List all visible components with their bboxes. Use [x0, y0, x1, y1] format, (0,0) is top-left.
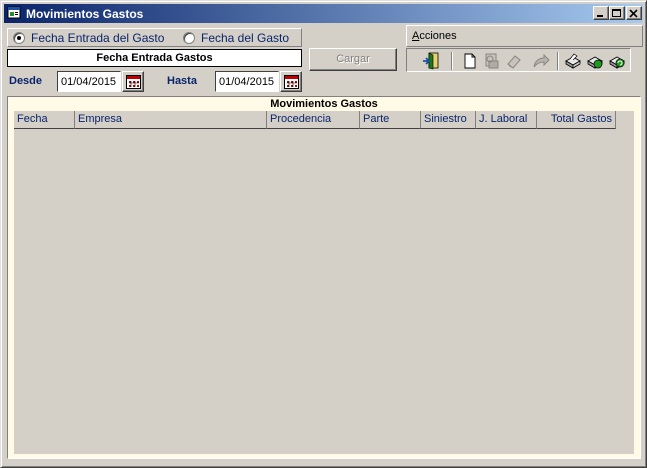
- date-range-header: Fecha Entrada Gastos: [7, 49, 302, 67]
- from-date-input[interactable]: 01/04/2015: [57, 71, 121, 92]
- column-header-j-laboral[interactable]: J. Laboral: [476, 111, 537, 129]
- refresh-icon: [609, 56, 625, 69]
- print-button[interactable]: [563, 51, 583, 71]
- refresh-button[interactable]: [607, 51, 627, 71]
- maximize-icon: [612, 9, 621, 17]
- column-header-total-gastos[interactable]: Total Gastos: [537, 111, 616, 129]
- movements-grid: Movimientos Gastos Fecha Empresa Procede…: [7, 96, 641, 459]
- eraser-icon: [507, 55, 521, 69]
- radio-fecha-gasto[interactable]: Fecha del Gasto: [183, 31, 289, 45]
- actions-menu-label: Acciones: [412, 30, 457, 42]
- title-bar[interactable]: Movimientos Gastos: [4, 4, 643, 23]
- print-preview-icon: [485, 53, 499, 69]
- load-button[interactable]: Cargar: [309, 48, 397, 71]
- to-date-input[interactable]: 01/04/2015: [215, 71, 279, 92]
- radio-unselected-icon: [183, 32, 195, 44]
- app-icon: [7, 6, 21, 19]
- close-icon: [629, 9, 638, 18]
- to-label: Hasta: [167, 75, 197, 87]
- column-header-empresa[interactable]: Empresa: [75, 111, 267, 129]
- calendar-icon: [126, 75, 141, 89]
- radio-fecha-entrada[interactable]: Fecha Entrada del Gasto: [13, 31, 164, 45]
- close-button[interactable]: [626, 6, 642, 20]
- radio-label: Fecha del Gasto: [201, 31, 290, 45]
- main-window: Movimientos Gastos Fecha Entrada del Gas…: [0, 0, 647, 468]
- radio-selected-icon: [13, 32, 25, 44]
- maximize-button[interactable]: [609, 6, 625, 20]
- to-calendar-button[interactable]: [280, 71, 302, 92]
- toolbar-separator: [451, 52, 453, 70]
- erase-button[interactable]: [504, 51, 524, 71]
- toolbar-separator: [557, 52, 559, 70]
- column-header-fecha[interactable]: Fecha: [14, 111, 75, 129]
- actions-menu-label-rest: cciones: [419, 30, 457, 42]
- column-header-siniestro[interactable]: Siniestro: [421, 111, 476, 129]
- minimize-button[interactable]: [593, 6, 609, 20]
- print-preview-button[interactable]: [482, 51, 502, 71]
- date-type-radio-group: Fecha Entrada del Gasto Fecha del Gasto: [7, 28, 302, 47]
- grid-title: Movimientos Gastos: [270, 98, 378, 110]
- printer-icon: [565, 53, 581, 69]
- column-header-parte[interactable]: Parte: [360, 111, 421, 129]
- window-title: Movimientos Gastos: [26, 7, 144, 21]
- export-icon: [587, 56, 603, 69]
- from-label: Desde: [9, 75, 43, 87]
- actions-menu[interactable]: Acciones: [406, 25, 643, 47]
- export-button[interactable]: [585, 51, 605, 71]
- exit-icon: [423, 52, 439, 70]
- redo-button[interactable]: [531, 51, 551, 71]
- from-calendar-button[interactable]: [122, 71, 144, 92]
- new-button[interactable]: [460, 51, 480, 71]
- grid-body[interactable]: Fecha Empresa Procedencia Parte Siniestr…: [14, 111, 634, 454]
- new-document-icon: [464, 53, 476, 69]
- calendar-icon: [284, 75, 299, 89]
- minimize-icon: [597, 15, 603, 17]
- actions-toolbar: [406, 48, 631, 72]
- exit-button[interactable]: [421, 51, 441, 71]
- radio-label: Fecha Entrada del Gasto: [31, 31, 165, 45]
- redo-arrow-icon: [533, 53, 550, 68]
- column-header-procedencia[interactable]: Procedencia: [267, 111, 360, 129]
